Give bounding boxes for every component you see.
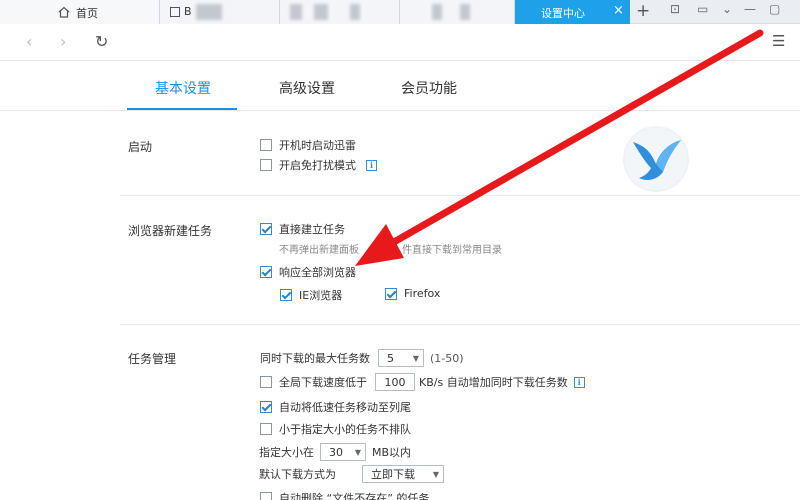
close-tab-icon[interactable]: × <box>613 3 624 18</box>
blurred-tab-title <box>350 4 360 20</box>
info-icon[interactable]: i <box>573 376 585 388</box>
section-title-startup: 启动 <box>128 140 153 154</box>
tab-third[interactable] <box>280 0 400 24</box>
checkbox[interactable] <box>260 159 272 171</box>
tab-home-label: 首页 <box>76 7 98 20</box>
chevron-down-icon: ▼ <box>412 353 419 363</box>
option-label: 自动删除 “文件不存在” 的任务 <box>279 492 430 500</box>
browser-tab-bar: 首页 B 设置中心 × + ⊡ ▭ ⌄ — ▢ <box>0 0 800 24</box>
navigation-bar: ‹ › ↻ ☰ <box>0 25 800 61</box>
checkbox[interactable] <box>260 423 272 435</box>
checkbox-checked[interactable] <box>260 401 272 413</box>
checkbox-checked[interactable] <box>385 287 397 300</box>
max-tasks-value: 5 <box>387 351 394 365</box>
option-firefox[interactable]: Firefox <box>385 287 440 300</box>
size-label: 指定大小在 <box>259 446 314 459</box>
forward-icon[interactable]: › <box>60 32 66 51</box>
tab-home[interactable]: 首页 <box>0 0 160 24</box>
dropdown-icon[interactable]: ⌄ <box>722 2 732 16</box>
new-tab-button[interactable]: + <box>636 1 650 21</box>
option-label: Firefox <box>404 287 441 300</box>
max-tasks-range: (1-50) <box>430 351 464 365</box>
max-tasks-label: 同时下载的最大任务数 <box>260 352 370 365</box>
section-title-browser-task: 浏览器新建任务 <box>128 224 213 238</box>
section-divider <box>120 195 800 196</box>
bird-icon <box>625 128 687 190</box>
tab-member-features[interactable]: 会员功能 <box>401 78 457 98</box>
size-select[interactable]: 30 ▼ <box>320 443 366 461</box>
option-label: 全局下载速度低于 <box>279 376 367 389</box>
checkbox[interactable] <box>260 492 272 500</box>
tab-settings-label: 设置中心 <box>541 7 585 20</box>
option-small-task-no-queue[interactable]: 小于指定大小的任务不排队 <box>260 421 411 437</box>
size-value: 30 <box>329 445 343 459</box>
refresh-icon[interactable]: ↻ <box>95 32 108 51</box>
xunlei-bird-logo <box>623 126 689 192</box>
blurred-favicon <box>432 4 442 20</box>
option-ie-browser[interactable]: IE浏览器 <box>280 287 342 303</box>
tab-advanced-settings[interactable]: 高级设置 <box>279 78 335 98</box>
tabs-divider <box>0 110 800 111</box>
option-global-speed[interactable]: 全局下载速度低于 100 KB/s 自动增加同时下载任务数 i <box>260 373 585 391</box>
section-divider <box>120 324 800 325</box>
option-auto-move-slow-tasks[interactable]: 自动将低速任务移动至列尾 <box>260 399 411 415</box>
max-tasks-row: 同时下载的最大任务数 5 ▼ (1-50) <box>260 349 464 367</box>
checkbox-checked[interactable] <box>280 289 292 301</box>
tab-fourth[interactable] <box>400 0 515 24</box>
max-tasks-select[interactable]: 5 ▼ <box>378 349 424 367</box>
chevron-down-icon: ▼ <box>432 469 439 479</box>
option-respond-all-browsers[interactable]: 响应全部浏览器 <box>260 264 356 280</box>
tab-basic-settings[interactable]: 基本设置 <box>155 78 211 98</box>
hint-text: 不再弹出新建面板 <box>279 245 359 256</box>
option-label: 小于指定大小的任务不排队 <box>279 423 411 436</box>
arrow-head <box>355 224 404 266</box>
maximize-window-icon[interactable]: ▢ <box>769 2 780 16</box>
minimize-icon[interactable]: ▭ <box>697 2 708 16</box>
minimize-window-icon[interactable]: — <box>744 2 756 16</box>
checkbox-checked[interactable] <box>260 223 272 235</box>
blurred-tab-title <box>460 4 470 20</box>
checkbox[interactable] <box>260 376 272 388</box>
speed-suffix: KB/s 自动增加同时下载任务数 <box>419 376 568 389</box>
option-do-not-disturb[interactable]: 开启免打扰模式 i <box>260 157 377 173</box>
section-title-task-management: 任务管理 <box>128 352 177 366</box>
default-mode-value: 立即下载 <box>371 468 415 481</box>
back-icon[interactable]: ‹ <box>26 32 32 51</box>
option-launch-on-boot[interactable]: 开机时启动迅雷 <box>260 137 356 153</box>
blurred-tab-title <box>314 4 328 20</box>
tab-second-label: B <box>184 5 192 18</box>
default-mode-row: 默认下载方式为 立即下载 ▼ <box>259 465 444 483</box>
default-mode-select[interactable]: 立即下载 ▼ <box>362 465 444 483</box>
page-icon <box>170 7 180 17</box>
option-label: 开机时启动迅雷 <box>279 139 356 152</box>
option-create-task-directly[interactable]: 直接建立任务 <box>260 221 345 237</box>
default-mode-label: 默认下载方式为 <box>259 468 336 481</box>
hint-text-continued: 件直接下载到常用目录 <box>402 245 502 256</box>
option-label: IE浏览器 <box>299 289 343 302</box>
chevron-down-icon: ▼ <box>354 447 361 457</box>
size-limit-row: 指定大小在 30 ▼ MB以内 <box>259 443 411 461</box>
option-label: 自动将低速任务移动至列尾 <box>279 401 411 414</box>
checkbox-checked[interactable] <box>260 266 272 278</box>
blurred-tab-title <box>196 4 222 20</box>
size-unit: MB以内 <box>372 446 412 459</box>
option-auto-delete-missing[interactable]: 自动删除 “文件不存在” 的任务 <box>260 490 429 500</box>
tab-settings-center[interactable]: 设置中心 × <box>515 0 630 24</box>
menu-icon[interactable]: ☰ <box>772 32 785 50</box>
option-label: 开启免打扰模式 <box>279 159 356 172</box>
info-icon[interactable]: i <box>366 159 377 171</box>
tab-second[interactable]: B <box>160 0 280 24</box>
blurred-favicon <box>290 4 302 20</box>
home-icon <box>58 6 70 18</box>
speed-threshold-input[interactable]: 100 <box>375 373 415 391</box>
arrow-shaft <box>376 29 764 254</box>
skin-icon[interactable]: ⊡ <box>670 2 680 16</box>
option-label: 响应全部浏览器 <box>279 266 356 279</box>
option-label: 直接建立任务 <box>279 223 345 236</box>
checkbox[interactable] <box>260 139 272 151</box>
